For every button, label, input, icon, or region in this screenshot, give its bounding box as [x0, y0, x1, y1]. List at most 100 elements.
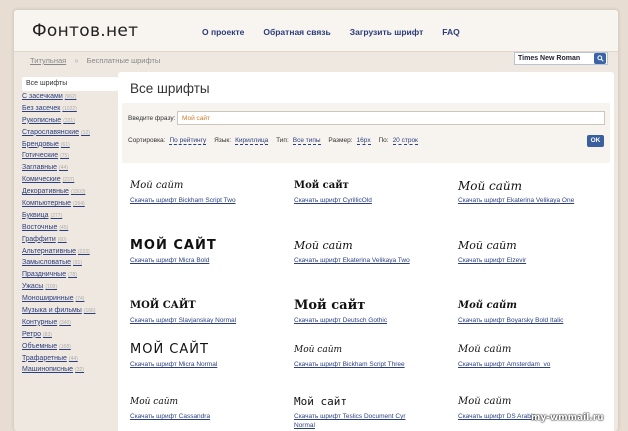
lang-select[interactable]: Кириллица: [235, 137, 269, 145]
sidebar-item-count: (277): [50, 212, 63, 219]
sidebar-item-count: (45): [59, 224, 69, 231]
sidebar-item[interactable]: Ретро (83): [22, 329, 118, 341]
sidebar-item[interactable]: С засечками (962): [22, 91, 118, 103]
font-preview: Мой сайт: [294, 239, 353, 252]
sidebar-item-label: Ужасы: [22, 283, 44, 291]
sidebar-item[interactable]: Музыка и фильмы (166): [22, 305, 118, 317]
font-preview: Мой сайт: [130, 180, 184, 191]
sidebar-item-label: Граффити: [22, 235, 56, 243]
sidebar-item[interactable]: Буквица (277): [22, 210, 118, 222]
download-font-link[interactable]: Скачать шрифт Cassandra: [130, 413, 260, 422]
sidebar-item[interactable]: Объемные (168): [22, 341, 118, 353]
type-select[interactable]: Все типы: [292, 137, 321, 145]
font-preview: Мой сайт: [458, 300, 517, 311]
download-font-link[interactable]: Скачать шрифт Ekaterina Velikaya One: [458, 197, 588, 206]
sidebar-item-count: (78): [68, 272, 77, 279]
sidebar-item[interactable]: Замысловатые (91): [22, 257, 118, 269]
download-font-link[interactable]: Скачать шрифт Amsterdam_vo: [458, 361, 588, 370]
nav-upload-font[interactable]: Загрузить шрифт: [350, 27, 423, 37]
sidebar-item[interactable]: Без засечек (1022): [22, 103, 118, 115]
size-select[interactable]: 16px: [356, 137, 371, 145]
download-font-link[interactable]: Скачать шрифт Boyarsky Bold Italic: [458, 317, 588, 326]
nav-faq[interactable]: FAQ: [442, 27, 459, 37]
sort-select[interactable]: По рейтингу: [169, 137, 207, 145]
watermark: my-wmmail.ru: [531, 413, 604, 423]
font-card: Мой сайт Скачать шрифт Bickham Script Two: [130, 175, 260, 206]
search-button[interactable]: [594, 53, 606, 64]
sidebar-item-count: (1503): [70, 189, 86, 196]
sidebar-item[interactable]: Брендовые (61): [22, 139, 118, 151]
sidebar-item-count: (12): [81, 129, 90, 136]
sidebar-item-count: (44): [59, 165, 68, 172]
font-preview: Мой сайт: [130, 397, 179, 407]
breadcrumb-home[interactable]: Титульная: [30, 56, 66, 65]
sidebar-item[interactable]: Готические (75): [22, 150, 118, 162]
sidebar-item[interactable]: Декоративные (1503): [22, 186, 118, 198]
sidebar-item[interactable]: Трафаретные (44): [22, 353, 118, 365]
font-preview: Мой сайт: [458, 239, 517, 252]
font-card: Мой сайт Скачать шрифт Boyarsky Bold Ital…: [458, 295, 588, 326]
font-card: Мой сайт Скачать шрифт Bickham Script Thr…: [294, 339, 424, 370]
font-card: Мой сайт Скачать шрифт Amsterdam_vo: [458, 339, 588, 370]
sidebar-item[interactable]: Контурные (340): [22, 317, 118, 329]
page-container: Фонтов.нет О проекте Обратная связь Загр…: [14, 10, 618, 431]
sidebar-item[interactable]: Заглавные (44): [22, 162, 118, 174]
size-label: Размер:: [328, 137, 353, 144]
search-icon: [596, 55, 604, 62]
sidebar-item-count: (264): [73, 201, 85, 208]
sidebar-item-count: (91): [73, 260, 82, 267]
sidebar-item-label: Объемные: [22, 342, 58, 350]
download-font-link[interactable]: Скачать шрифт CyrillicOld: [294, 197, 424, 206]
sidebar-item[interactable]: Рукописные (331): [22, 115, 118, 127]
font-card: МОЙ САЙТ Скачать шрифт Micra Bold: [130, 235, 260, 266]
font-preview: Мой сайт: [294, 180, 349, 191]
sidebar-item[interactable]: Граффити (60): [22, 234, 118, 246]
sidebar-item-label: Буквица: [22, 211, 49, 219]
sidebar-item[interactable]: Моноширинные (74): [22, 293, 118, 305]
sidebar-item[interactable]: Машинописные (32): [22, 364, 118, 376]
font-card: Мой сайт Скачать шрифт Elzevir: [458, 235, 588, 266]
ok-button[interactable]: OK: [587, 135, 604, 147]
sidebar-item[interactable]: Комические (237): [22, 174, 118, 186]
phrase-label: Введите фразу:: [128, 115, 176, 122]
download-font-link[interactable]: Скачать шрифт Elzevir: [458, 257, 588, 266]
per-page-select[interactable]: 20 строк: [392, 137, 418, 145]
breadcrumb-separator: »: [74, 56, 79, 65]
sidebar-item-count: (166): [83, 308, 96, 315]
sidebar-item-label: Компьютерные: [22, 200, 72, 208]
lang-label: Язык:: [214, 137, 232, 144]
download-font-link[interactable]: Скачать шрифт Ekaterina Velikaya Two: [294, 257, 424, 266]
site-logo[interactable]: Фонтов.нет: [32, 21, 138, 41]
sidebar-item-label: Без засечек: [22, 104, 61, 112]
sidebar-item-label: Комические: [22, 176, 61, 184]
site-header: Фонтов.нет О проекте Обратная связь Загр…: [14, 10, 618, 52]
sidebar-item[interactable]: Ужасы (109): [22, 281, 118, 293]
sidebar-item[interactable]: Компьютерные (264): [22, 198, 118, 210]
breadcrumb: Титульная » Бесплатные шрифты: [30, 56, 160, 65]
sidebar-item[interactable]: Праздничные (78): [22, 269, 118, 281]
download-font-link[interactable]: Скачать шрифт Teslics Document Cyr Norma…: [294, 413, 424, 430]
sidebar-item[interactable]: Восточные (45): [22, 222, 118, 234]
download-font-link[interactable]: Скачать шрифт Deutsch Gothic: [294, 317, 424, 326]
sidebar-item[interactable]: Все шрифты: [22, 77, 118, 91]
font-card: МОЙ САЙТ Скачать шрифт Slavjanskay Normal: [130, 295, 260, 326]
sidebar-item-label: Контурные: [22, 318, 58, 326]
font-preview: Мой сайт: [294, 345, 343, 355]
sidebar-item[interactable]: Старославянские (12): [22, 127, 118, 139]
font-preview: МОЙ САЙТ: [130, 342, 209, 357]
phrase-input[interactable]: Мой сайт: [177, 111, 605, 125]
download-font-link[interactable]: Скачать шрифт Slavjanskay Normal: [130, 317, 260, 326]
nav-feedback[interactable]: Обратная связь: [263, 27, 330, 37]
sidebar-item-label: Ретро: [22, 330, 42, 338]
download-font-link[interactable]: Скачать шрифт Micra Normal: [130, 361, 260, 370]
sidebar-item-label: Декоративные: [22, 188, 69, 196]
download-font-link[interactable]: Скачать шрифт Micra Bold: [130, 257, 260, 266]
download-font-link[interactable]: Скачать шрифт Bickham Script Two: [130, 197, 260, 206]
download-font-link[interactable]: Скачать шрифт Bickham Script Three: [294, 361, 424, 370]
nav-about[interactable]: О проекте: [202, 27, 244, 37]
sidebar-item[interactable]: Альтернативные (223): [22, 246, 118, 258]
font-card: Мой сайт Скачать шрифт Ekaterina Velikaya…: [458, 175, 588, 206]
sidebar-item-count: (61): [60, 141, 70, 148]
sidebar-item-count: (331): [63, 117, 75, 124]
type-label: Тип:: [276, 137, 289, 144]
